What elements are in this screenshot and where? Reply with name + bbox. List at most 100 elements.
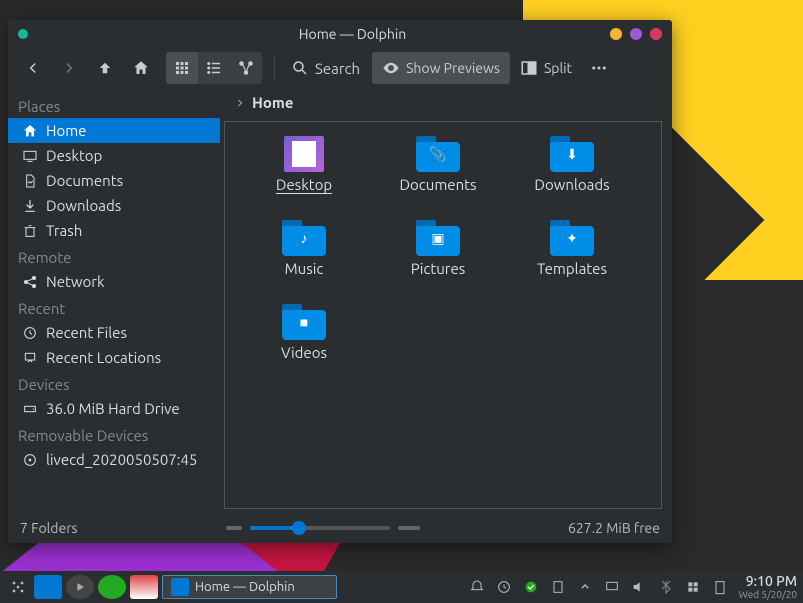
display-icon[interactable] (603, 575, 621, 599)
trash-icon (22, 223, 38, 239)
home-button[interactable] (124, 52, 158, 84)
icon-view-button[interactable] (166, 52, 198, 84)
sidebar-item-network[interactable]: Network (8, 269, 220, 294)
search-label: Search (315, 60, 360, 77)
item-count: 7 Folders (20, 520, 78, 536)
disc-icon (22, 452, 38, 468)
package-manager-launcher[interactable] (98, 575, 126, 599)
file-item-templates[interactable]: ✦ Templates (507, 220, 637, 300)
system-tray (468, 575, 729, 599)
titlebar[interactable]: Home — Dolphin (8, 20, 672, 48)
sidebar-header: Removable Devices (8, 421, 220, 447)
folder-icon: ✦ (550, 220, 594, 256)
close-button[interactable] (650, 28, 662, 40)
taskbar-panel: Home — Dolphin 9:10 PM Wed 5/20/20 (0, 571, 803, 603)
window-controls (610, 28, 662, 40)
sidebar-item-trash[interactable]: Trash (8, 218, 220, 243)
file-label: Music (285, 260, 324, 277)
updates-icon[interactable] (522, 575, 540, 599)
file-label: Templates (537, 260, 607, 277)
file-label: Videos (281, 344, 327, 361)
clock-icon (22, 325, 38, 341)
file-item-videos[interactable]: ■Videos (239, 304, 369, 384)
folder-icon: ▣ (416, 220, 460, 256)
zoom-in-icon[interactable] (398, 526, 420, 530)
view-mode-group (166, 52, 262, 84)
task-label: Home — Dolphin (195, 580, 295, 594)
sidebar-header: Places (8, 92, 220, 118)
file-item-music[interactable]: ♪ Music (239, 220, 369, 300)
tray-expand-icon[interactable] (576, 575, 594, 599)
sidebar-item-label: 36.0 MiB Hard Drive (46, 400, 180, 417)
minimize-button[interactable] (610, 28, 622, 40)
sidebar-item-downloads[interactable]: Downloads (8, 193, 220, 218)
file-view[interactable]: Desktop 📎Documents⬇Downloads ♪ Music ▣ Pictur… (224, 121, 662, 509)
maximize-button[interactable] (630, 28, 642, 40)
sidebar-item-home[interactable]: Home (8, 118, 220, 143)
home-icon (22, 123, 38, 139)
web-browser-launcher[interactable] (34, 575, 62, 599)
sidebar-item-desktop[interactable]: Desktop (8, 143, 220, 168)
folder-icon: ♪ (282, 220, 326, 256)
sidebar-header: Devices (8, 370, 220, 396)
clock-tray-icon[interactable] (495, 575, 513, 599)
menu-button[interactable] (582, 52, 616, 84)
file-label: Downloads (534, 176, 609, 193)
clock-date: Wed 5/20/20 (739, 589, 797, 600)
sidebar-item-documents[interactable]: Documents (8, 168, 220, 193)
zoom-track[interactable] (250, 526, 390, 530)
dolphin-window: Home — Dolphin Search Show Previews Spli… (8, 20, 672, 543)
sidebar-item-label: Network (46, 273, 105, 290)
sidebar-item-label: Documents (46, 172, 123, 189)
zoom-out-icon[interactable] (226, 526, 242, 530)
file-label: Pictures (411, 260, 466, 277)
battery-icon[interactable] (711, 575, 729, 599)
sidebar-item-recent-files[interactable]: Recent Files (8, 320, 220, 345)
sidebar-item-label: Trash (46, 222, 82, 239)
search-button[interactable]: Search (281, 52, 370, 84)
zoom-thumb[interactable] (292, 521, 306, 535)
up-button[interactable] (88, 52, 122, 84)
file-label: Desktop (276, 176, 332, 194)
window-title: Home — Dolphin (43, 26, 662, 42)
list-view-button[interactable] (198, 52, 230, 84)
app-launcher-button[interactable] (6, 575, 30, 599)
sidebar-item-label: Downloads (46, 197, 121, 214)
tree-view-button[interactable] (230, 52, 262, 84)
documents-icon (22, 173, 38, 189)
show-previews-button[interactable]: Show Previews (372, 52, 510, 84)
separator (274, 56, 275, 80)
downloads-icon (22, 198, 38, 214)
task-dolphin[interactable]: Home — Dolphin (162, 575, 337, 599)
bluetooth-icon[interactable] (657, 575, 675, 599)
sidebar-item-label: Recent Files (46, 324, 127, 341)
notifications-icon[interactable] (468, 575, 486, 599)
file-item-desktop[interactable]: Desktop (239, 136, 369, 216)
desktop-file-icon (284, 136, 324, 172)
sidebar-item-label: Recent Locations (46, 349, 161, 366)
sidebar-item-livecd-2020050507-45[interactable]: livecd_2020050507:45 (8, 447, 220, 472)
breadcrumb-segment[interactable]: Home (252, 94, 293, 111)
pin-icon (22, 350, 38, 366)
places-panel: Places Home Desktop Documents Downloads Trash… (8, 88, 220, 513)
split-button[interactable]: Split (512, 52, 580, 84)
sidebar-item-label: Home (46, 122, 86, 139)
file-item-documents[interactable]: 📎Documents (373, 136, 503, 216)
network-icon[interactable] (684, 575, 702, 599)
zoom-slider[interactable] (78, 526, 568, 530)
panel-clock[interactable]: 9:10 PM Wed 5/20/20 (739, 574, 797, 600)
clipboard-icon[interactable] (549, 575, 567, 599)
drive-icon (22, 401, 38, 417)
file-item-downloads[interactable]: ⬇Downloads (507, 136, 637, 216)
volume-icon[interactable] (630, 575, 648, 599)
network-icon (22, 274, 38, 290)
clock-time: 9:10 PM (739, 574, 797, 589)
media-player-launcher[interactable] (66, 575, 94, 599)
sidebar-item-36-0-mib-hard-drive[interactable]: 36.0 MiB Hard Drive (8, 396, 220, 421)
breadcrumb[interactable]: Home (220, 88, 672, 117)
forward-button[interactable] (52, 52, 86, 84)
installer-launcher[interactable] (130, 575, 158, 599)
file-item-pictures[interactable]: ▣ Pictures (373, 220, 503, 300)
back-button[interactable] (16, 52, 50, 84)
sidebar-item-recent-locations[interactable]: Recent Locations (8, 345, 220, 370)
